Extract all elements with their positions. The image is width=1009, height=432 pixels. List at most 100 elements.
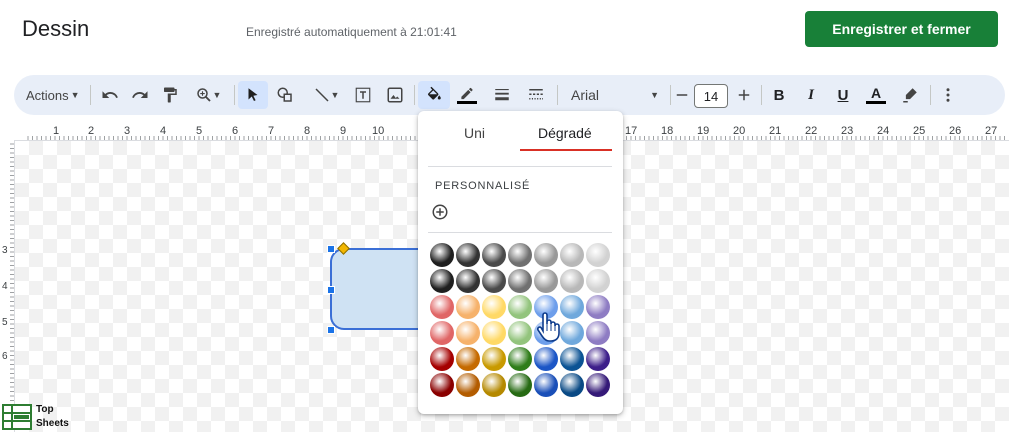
bold-icon[interactable]: B (767, 81, 791, 109)
gradient-swatch[interactable] (430, 373, 454, 397)
ruler-label: 27 (985, 125, 997, 137)
gradient-swatch[interactable] (430, 295, 454, 319)
gradient-swatch[interactable] (430, 321, 454, 345)
autosave-status: Enregistré automatiquement à 21:01:41 (246, 25, 457, 39)
gradient-swatch[interactable] (482, 321, 506, 345)
fill-color-icon[interactable] (418, 81, 450, 109)
resize-handle[interactable] (327, 326, 335, 334)
ruler-label: 1 (53, 125, 59, 137)
increase-size-icon[interactable] (734, 81, 754, 109)
border-dash-icon[interactable] (524, 81, 548, 109)
more-icon[interactable] (938, 81, 958, 109)
font-size-input[interactable]: 14 (694, 84, 728, 108)
divider (428, 232, 612, 233)
gradient-swatch[interactable] (586, 243, 610, 267)
tab-gradient[interactable]: Dégradé (538, 125, 592, 141)
tab-solid[interactable]: Uni (464, 125, 485, 141)
gradient-swatch[interactable] (534, 243, 558, 267)
actions-menu[interactable]: Actions ▼ (26, 81, 80, 109)
gradient-swatch[interactable] (586, 373, 610, 397)
gradient-swatch[interactable] (534, 347, 558, 371)
separator (761, 85, 762, 105)
gradient-swatch[interactable] (586, 347, 610, 371)
gradient-swatch[interactable] (534, 373, 558, 397)
gradient-swatch[interactable] (456, 373, 480, 397)
redo-icon[interactable] (128, 81, 152, 109)
gradient-swatch[interactable] (456, 347, 480, 371)
border-weight-icon[interactable] (490, 81, 514, 109)
ruler-label: 24 (877, 125, 889, 137)
divider (428, 166, 612, 167)
gradient-swatch[interactable] (586, 269, 610, 293)
line-icon[interactable]: ▼ (304, 81, 348, 109)
border-color-icon[interactable] (454, 81, 480, 109)
highlight-icon[interactable] (898, 81, 922, 109)
textbox-icon[interactable] (350, 81, 376, 109)
ruler-label: 8 (304, 125, 310, 137)
decrease-size-icon[interactable] (672, 81, 692, 109)
underline-icon[interactable]: U (831, 81, 855, 109)
gradient-swatch[interactable] (508, 347, 532, 371)
separator (557, 85, 558, 105)
image-icon[interactable] (382, 81, 408, 109)
ruler-label: 5 (196, 125, 202, 137)
italic-icon[interactable]: I (799, 81, 823, 109)
gradient-swatch[interactable] (560, 347, 584, 371)
resize-handle[interactable] (327, 245, 335, 253)
ruler-label: 9 (340, 125, 346, 137)
gradient-swatch[interactable] (560, 295, 584, 319)
ruler-label: 4 (2, 281, 8, 292)
gradient-swatch[interactable] (482, 347, 506, 371)
resize-handle[interactable] (327, 286, 335, 294)
gradient-swatch[interactable] (482, 269, 506, 293)
gradient-swatch[interactable] (508, 295, 532, 319)
gradient-swatch[interactable] (456, 269, 480, 293)
separator (930, 85, 931, 105)
watermark-line1: Top (36, 404, 54, 415)
gradient-swatch[interactable] (430, 269, 454, 293)
zoom-icon[interactable]: ▼ (190, 81, 226, 109)
gradient-swatch[interactable] (508, 321, 532, 345)
gradient-swatch[interactable] (456, 321, 480, 345)
gradient-swatch[interactable] (482, 243, 506, 267)
ruler-label: 4 (160, 125, 166, 137)
sheets-logo-icon (2, 404, 32, 430)
gradient-swatch[interactable] (560, 243, 584, 267)
add-circle-icon[interactable] (431, 203, 449, 221)
font-name: Arial (571, 87, 600, 103)
ruler-label: 22 (805, 125, 817, 137)
select-icon[interactable] (238, 81, 268, 109)
caret-down-icon: ▼ (650, 90, 659, 100)
chevron-down-icon: ▼ (330, 90, 340, 100)
separator (414, 85, 415, 105)
gradient-swatch[interactable] (482, 373, 506, 397)
chevron-down-icon: ▼ (212, 90, 222, 100)
gradient-swatch[interactable] (586, 321, 610, 345)
gradient-swatch[interactable] (560, 321, 584, 345)
watermark-line2: Sheets (36, 418, 69, 429)
gradient-swatch[interactable] (508, 269, 532, 293)
gradient-swatch[interactable] (534, 269, 558, 293)
gradient-swatch[interactable] (482, 295, 506, 319)
ruler-label: 20 (733, 125, 745, 137)
gradient-swatch[interactable] (560, 373, 584, 397)
gradient-swatch[interactable] (560, 269, 584, 293)
gradient-swatch[interactable] (508, 373, 532, 397)
gradient-swatch[interactable] (456, 243, 480, 267)
ruler-label: 26 (949, 125, 961, 137)
hand-cursor-icon (536, 311, 560, 343)
paint-format-icon[interactable] (158, 81, 182, 109)
active-tab-indicator (520, 149, 612, 151)
gradient-swatch[interactable] (430, 347, 454, 371)
gradient-swatch[interactable] (456, 295, 480, 319)
gradient-swatch[interactable] (430, 243, 454, 267)
font-select[interactable]: Arial ▼ (571, 81, 663, 109)
undo-icon[interactable] (98, 81, 122, 109)
save-and-close-button[interactable]: Enregistrer et fermer (805, 11, 998, 47)
gradient-swatch[interactable] (508, 243, 532, 267)
gradient-swatch[interactable] (586, 295, 610, 319)
ruler-label: 3 (2, 245, 8, 256)
custom-label: PERSONNALISÉ (435, 180, 531, 192)
shape-icon[interactable] (272, 81, 298, 109)
text-color-icon[interactable]: A (864, 81, 888, 109)
